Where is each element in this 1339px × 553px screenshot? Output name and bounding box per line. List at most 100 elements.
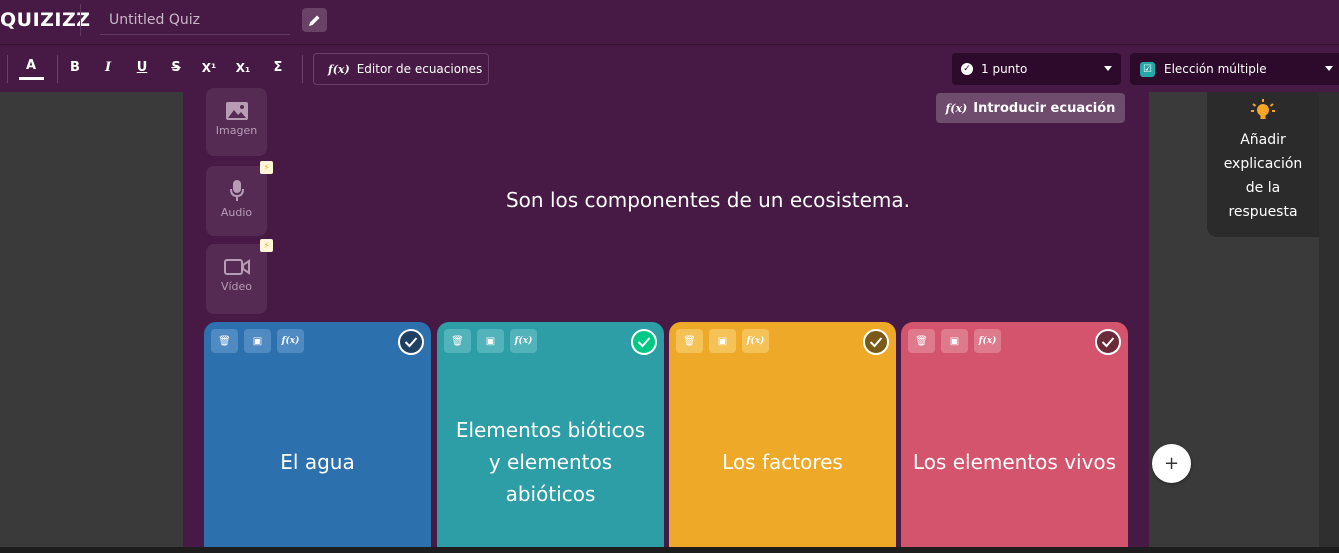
text-color-button[interactable]: A <box>19 58 43 73</box>
answer-option-card[interactable]: 🗑 ▣ f(x) El agua <box>204 322 431 553</box>
answer-text[interactable]: Los elementos vivos <box>911 362 1118 553</box>
delete-button[interactable]: 🗑 <box>444 329 471 353</box>
premium-icon: ⚡ <box>260 161 273 174</box>
answer-tools: 🗑 ▣ f(x) <box>444 329 537 353</box>
image-label: Imagen <box>215 124 258 137</box>
delete-button[interactable]: 🗑 <box>211 329 238 353</box>
equation-editor-label: Editor de ecuaciones <box>356 62 483 76</box>
question-type-dropdown[interactable]: ☑ Elección múltiple <box>1130 53 1339 85</box>
checkmark-icon <box>1101 337 1115 348</box>
audio-label: Audio <box>220 206 253 219</box>
underline-button[interactable]: U <box>133 57 151 79</box>
mark-correct-toggle[interactable] <box>1095 329 1121 355</box>
divider <box>80 4 81 36</box>
checkbox-icon: ☑ <box>1140 61 1155 77</box>
premium-icon: ⚡ <box>260 239 273 252</box>
explanation-line: explicación <box>1223 156 1303 172</box>
checkmark-icon <box>869 337 883 348</box>
image-icon: ▣ <box>717 335 728 347</box>
equation-button[interactable]: f(x) <box>742 329 769 353</box>
image-button[interactable]: ▣ <box>244 329 271 353</box>
equation-button[interactable]: f(x) <box>510 329 537 353</box>
add-option-button[interactable]: + <box>1152 444 1191 483</box>
image-button[interactable]: ▣ <box>477 329 504 353</box>
quiz-title-input[interactable]: Untitled Quiz <box>109 12 200 28</box>
subscript-button[interactable]: X₁ <box>234 57 252 79</box>
image-button[interactable]: ▣ <box>709 329 736 353</box>
image-button[interactable]: Imagen <box>206 88 267 156</box>
italic-button[interactable]: I <box>99 57 117 79</box>
answer-tools: 🗑 ▣ f(x) <box>908 329 1001 353</box>
insert-equation-button[interactable]: f(x) Introducir ecuación <box>936 93 1125 123</box>
answer-text[interactable]: El agua <box>214 362 421 553</box>
divider <box>7 55 8 83</box>
format-toolbar: A B I U S X¹ X₁ Σ f(x) Editor de ecuacio… <box>0 44 1339 92</box>
superscript-button[interactable]: X¹ <box>200 57 218 79</box>
right-scroll-area <box>1319 92 1339 553</box>
audio-button[interactable]: Audio <box>206 166 267 236</box>
image-icon: ▣ <box>949 335 960 347</box>
trash-icon: 🗑 <box>218 335 231 347</box>
equation-editor-button[interactable]: f(x) Editor de ecuaciones <box>313 53 489 85</box>
image-button[interactable]: ▣ <box>941 329 968 353</box>
trash-icon: 🗑 <box>683 335 696 347</box>
video-camera-icon <box>223 259 250 275</box>
explanation-line: respuesta <box>1228 204 1298 220</box>
chevron-down-icon <box>1104 66 1112 71</box>
pencil-icon <box>309 15 320 26</box>
answer-option-card[interactable]: 🗑 ▣ f(x) Los elementos vivos <box>901 322 1128 553</box>
function-icon: f(x) <box>945 101 968 115</box>
answer-text[interactable]: Los factores <box>679 362 886 553</box>
delete-button[interactable]: 🗑 <box>676 329 703 353</box>
function-icon: f(x) <box>328 62 350 76</box>
image-icon: ▣ <box>252 335 263 347</box>
question-type-value: Elección múltiple <box>1164 62 1267 76</box>
divider <box>302 55 303 83</box>
edit-title-button[interactable] <box>302 8 327 32</box>
points-dropdown[interactable]: ✓ 1 punto <box>952 53 1121 85</box>
quizizz-logo[interactable]: QUIZIZZ <box>0 9 91 31</box>
video-label: Vídeo <box>220 280 253 293</box>
add-explanation-button[interactable]: Añadir explicación de la respuesta <box>1207 92 1319 237</box>
function-icon: f(x) <box>281 336 300 346</box>
bold-button[interactable]: B <box>66 57 84 79</box>
answer-tools: 🗑 ▣ f(x) <box>676 329 769 353</box>
video-button[interactable]: Vídeo <box>206 244 267 314</box>
microphone-icon <box>229 180 244 201</box>
sigma-button[interactable]: Σ <box>269 57 287 79</box>
points-value: 1 punto <box>981 62 1028 76</box>
equation-button[interactable]: f(x) <box>974 329 1001 353</box>
question-text[interactable]: Son los componentes de un ecosistema. <box>383 188 1033 212</box>
strikethrough-button[interactable]: S <box>167 57 185 79</box>
trash-icon: 🗑 <box>915 335 928 347</box>
function-icon: f(x) <box>746 336 765 346</box>
checkmark-icon <box>404 337 418 348</box>
top-bar: QUIZIZZ Untitled Quiz <box>0 0 1339 44</box>
question-editor: Imagen Audio ⚡ Vídeo ⚡ f(x) Introducir e… <box>183 88 1149 553</box>
chevron-down-icon <box>1325 66 1333 71</box>
image-icon: ▣ <box>485 335 496 347</box>
lightbulb-icon <box>1251 99 1275 119</box>
bottom-bar <box>0 547 1339 553</box>
function-icon: f(x) <box>978 336 997 346</box>
insert-equation-label: Introducir ecuación <box>973 100 1116 116</box>
mark-correct-toggle[interactable] <box>398 329 424 355</box>
answer-option-card[interactable]: 🗑 ▣ f(x) Los factores <box>669 322 896 553</box>
mark-correct-toggle[interactable] <box>631 329 657 355</box>
checkmark-icon <box>637 337 651 348</box>
answer-tools: 🗑 ▣ f(x) <box>211 329 304 353</box>
check-circle-icon: ✓ <box>961 63 973 75</box>
text-color-swatch <box>19 77 44 80</box>
trash-icon: 🗑 <box>451 335 464 347</box>
title-underline <box>100 34 290 35</box>
answer-option-card[interactable]: 🗑 ▣ f(x) Elementos bióticos y elementos abi… <box>437 322 664 553</box>
delete-button[interactable]: 🗑 <box>908 329 935 353</box>
function-icon: f(x) <box>514 336 533 346</box>
explanation-line: de la <box>1245 180 1281 196</box>
answer-text[interactable]: Elementos bióticos y elementos abióticos <box>447 362 654 553</box>
explanation-line: Añadir <box>1240 132 1286 148</box>
mark-correct-toggle[interactable] <box>863 329 889 355</box>
divider <box>57 55 58 83</box>
image-icon <box>225 102 248 120</box>
equation-button[interactable]: f(x) <box>277 329 304 353</box>
